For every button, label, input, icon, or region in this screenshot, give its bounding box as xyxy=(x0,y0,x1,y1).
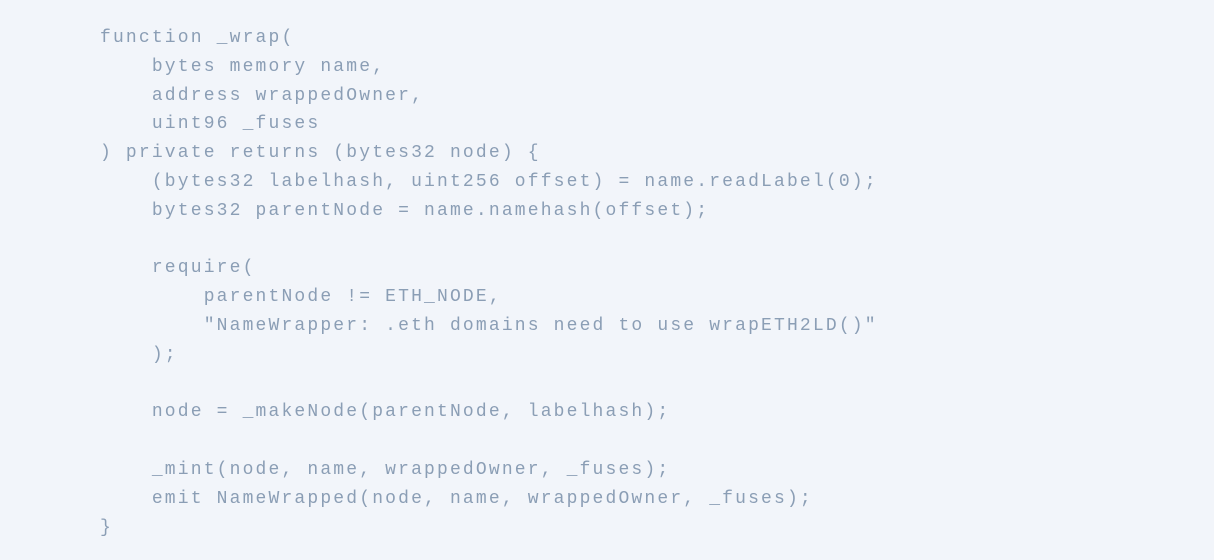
code-block: function _wrap( bytes memory name, addre… xyxy=(100,24,1214,542)
code-content: function _wrap( bytes memory name, addre… xyxy=(100,28,878,538)
